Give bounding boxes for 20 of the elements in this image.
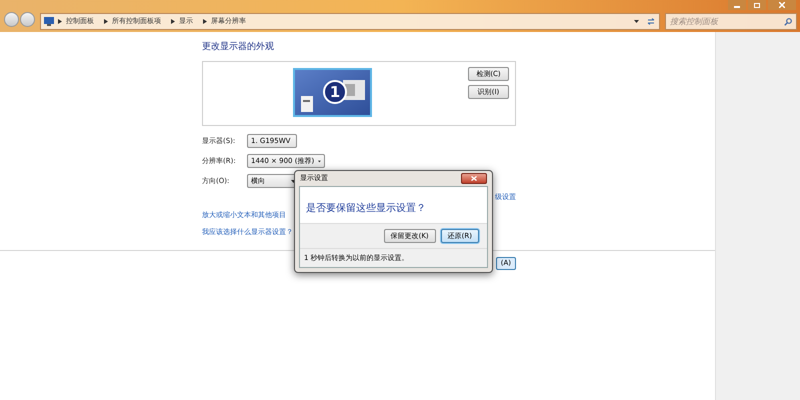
minimize-icon[interactable] bbox=[728, 0, 746, 10]
refresh-icon[interactable] bbox=[647, 18, 655, 25]
section-heading: 更改显示器的外观 bbox=[202, 41, 275, 54]
chevron-icon[interactable] bbox=[171, 19, 175, 24]
close-icon[interactable] bbox=[768, 0, 796, 10]
dialog-question: 是否要保留这些显示设置？ bbox=[306, 203, 426, 214]
forward-button[interactable] bbox=[20, 12, 35, 27]
close-icon bbox=[471, 176, 477, 181]
chevron-icon[interactable] bbox=[104, 19, 108, 24]
close-button[interactable] bbox=[461, 173, 487, 184]
dropdown-arrow-icon bbox=[318, 160, 321, 162]
chevron-icon[interactable] bbox=[58, 19, 62, 24]
search-icon[interactable] bbox=[784, 18, 792, 26]
back-button[interactable] bbox=[4, 12, 19, 27]
chevron-icon[interactable] bbox=[203, 19, 207, 24]
restore-icon[interactable] bbox=[748, 0, 766, 10]
monitor-number: 1 bbox=[323, 80, 347, 104]
monitor-tile[interactable]: 1 bbox=[293, 68, 372, 117]
dropdown-icon[interactable] bbox=[634, 20, 639, 23]
monitor-icon bbox=[44, 17, 54, 26]
